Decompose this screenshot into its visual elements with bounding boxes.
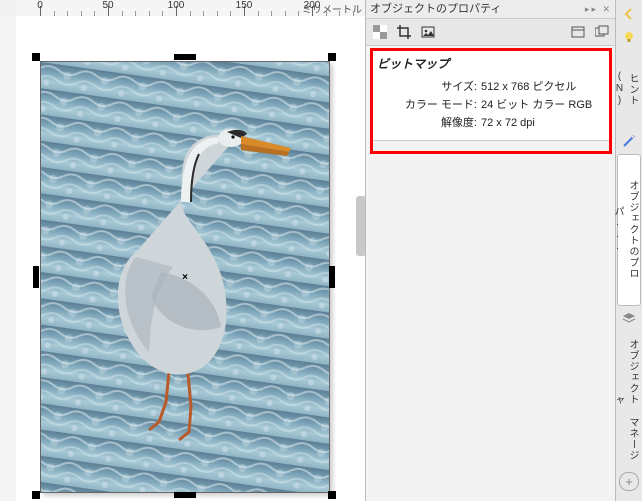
panel-title-text: オブジェクトのプロパティ xyxy=(370,3,501,15)
transparency-icon[interactable] xyxy=(370,22,390,42)
selection-handle-b[interactable] xyxy=(174,492,196,498)
ruler-tick-label: 0 xyxy=(37,0,43,11)
horizontal-ruler: ミリメートル 050100150200 xyxy=(16,0,366,17)
selection-center[interactable]: × xyxy=(180,272,190,282)
panel-title-bar[interactable]: オブジェクトのプロパティ ▸▸ ✕ xyxy=(366,0,616,19)
ruler-tick-label: 200 xyxy=(304,0,321,11)
row-size: サイズ: 512 x 768 ピクセル xyxy=(377,78,605,96)
properties-panel: オブジェクトのプロパティ ▸▸ ✕ ビットマップ サイズ: 512 x 768 … xyxy=(365,0,616,501)
panel-collapse-icon[interactable]: ▸▸ ✕ xyxy=(585,0,612,18)
row-color-mode: カラー モード: 24 ビット カラー RGB xyxy=(377,96,605,114)
size-value: 512 x 768 ピクセル xyxy=(481,78,605,96)
vertical-ruler xyxy=(0,16,17,501)
side-tab-strip: ヒント(N) オブジェクトのプロパ... オブジェクト マネージャ + xyxy=(615,0,642,501)
selection-handle-tr[interactable] xyxy=(328,53,336,61)
ruler-tick-label: 100 xyxy=(168,0,185,11)
selection-handle-r[interactable] xyxy=(329,266,335,288)
tab-hints[interactable]: ヒント(N) xyxy=(617,50,641,129)
panel-toolbar xyxy=(366,19,616,46)
canvas-area[interactable]: × xyxy=(16,16,366,501)
selection-handle-l[interactable] xyxy=(33,266,39,288)
ruler-tick-label: 50 xyxy=(102,0,113,11)
crop-icon[interactable] xyxy=(394,22,414,42)
selection-handle-br[interactable] xyxy=(328,491,336,499)
section-heading: ビットマップ xyxy=(377,55,605,72)
ruler-corner xyxy=(0,0,17,17)
add-tab-icon[interactable]: + xyxy=(619,472,639,491)
layers-icon xyxy=(620,310,638,327)
tab-object-manager[interactable]: オブジェクト マネージャ xyxy=(617,331,641,470)
selection-handle-tl[interactable] xyxy=(32,53,40,61)
lightbulb-icon xyxy=(620,29,638,46)
selection-handle-t[interactable] xyxy=(174,54,196,60)
res-value: 72 x 72 dpi xyxy=(481,114,605,132)
tab-object-properties[interactable]: オブジェクトのプロパ... xyxy=(617,154,641,306)
ruler-tick-label: 150 xyxy=(236,0,253,11)
double-window-icon[interactable] xyxy=(592,22,612,42)
image-icon[interactable] xyxy=(418,22,438,42)
mode-value: 24 ビット カラー RGB xyxy=(481,96,605,114)
row-resolution: 解像度: 72 x 72 dpi xyxy=(377,114,605,132)
selection-handle-bl[interactable] xyxy=(32,491,40,499)
size-label: サイズ: xyxy=(377,78,481,96)
wand-icon xyxy=(620,133,638,150)
back-arrow-icon[interactable] xyxy=(620,6,638,23)
res-label: 解像度: xyxy=(377,114,481,132)
window-icon[interactable] xyxy=(568,22,588,42)
mode-label: カラー モード: xyxy=(377,96,481,114)
panel-content: ビットマップ サイズ: 512 x 768 ピクセル カラー モード: 24 ビ… xyxy=(370,48,612,141)
